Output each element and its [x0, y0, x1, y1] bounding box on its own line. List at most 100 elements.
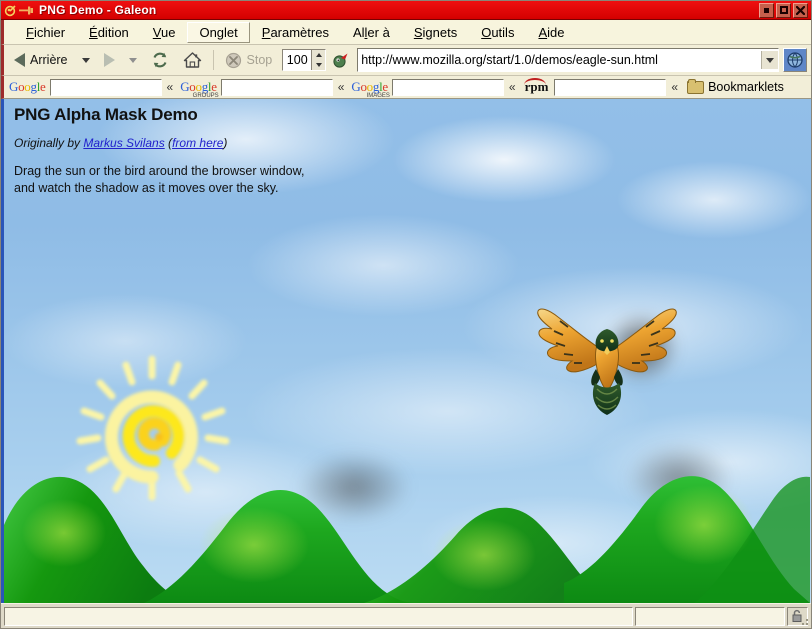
- google-groups-logo[interactable]: Google GROUPS: [178, 79, 219, 99]
- status-bar: [1, 603, 811, 628]
- chevron-down-icon: [81, 57, 90, 63]
- menu-aide-rest: ide: [547, 24, 565, 40]
- menu-edition-rest: dition: [97, 24, 129, 40]
- chevron-down-icon: [128, 57, 137, 63]
- window-controls: [759, 2, 810, 18]
- menu-outils[interactable]: Outils: [469, 22, 526, 43]
- menu-bar: Fichier Édition Vue Onglet Paramètres Al…: [1, 20, 811, 45]
- stop-button: Stop: [219, 48, 279, 73]
- google-images-chevron-icon[interactable]: «: [506, 80, 519, 94]
- bookmark-toolbar: Google « Google GROUPS « Google IMAGES « r…: [1, 76, 811, 99]
- menu-edition[interactable]: Édition: [77, 22, 141, 43]
- google-groups-chevron-icon[interactable]: «: [335, 80, 348, 94]
- go-globe-icon: [787, 52, 803, 68]
- rpm-arc-icon: [523, 78, 546, 87]
- page-header: PNG Alpha Mask Demo Originally by Markus…: [14, 105, 304, 197]
- author-link[interactable]: Markus Svilans: [83, 136, 164, 150]
- close-button[interactable]: [793, 2, 808, 18]
- menu-signets-rest: ignets: [422, 24, 458, 40]
- galeon-icon: [4, 3, 18, 17]
- forward-button: [98, 48, 121, 73]
- sun-image[interactable]: [64, 349, 244, 504]
- forward-arrow-icon: [103, 53, 115, 67]
- back-dropdown-button[interactable]: [76, 48, 96, 73]
- rpm-search-input[interactable]: [555, 82, 666, 97]
- toolbar-separator: [212, 50, 214, 70]
- desc-line-1: Drag the sun or the bird around the brow…: [14, 164, 305, 178]
- google-images-search-field[interactable]: [391, 78, 504, 97]
- google-search-field[interactable]: [49, 78, 162, 97]
- menu-aller-a[interactable]: Aller à: [341, 22, 402, 43]
- menu-parametres-rest: aramètres: [270, 24, 329, 40]
- menu-fichier-accel: F: [26, 24, 34, 40]
- forward-dropdown-button: [123, 48, 143, 73]
- zoom-value[interactable]: 100: [283, 50, 312, 70]
- folder-icon: [687, 78, 705, 94]
- credit-close-paren: ): [223, 136, 228, 150]
- google-images-search-input[interactable]: [392, 82, 503, 97]
- menu-fichier-rest: ichier: [33, 24, 66, 40]
- close-icon: [796, 5, 805, 15]
- url-bar[interactable]: [357, 48, 779, 72]
- menu-onglet-accel: g: [216, 24, 225, 40]
- title-bar: PNG Demo - Galeon: [1, 1, 811, 20]
- minimize-icon: [764, 7, 769, 13]
- menu-vue[interactable]: Vue: [141, 22, 188, 43]
- url-dropdown-button[interactable]: [761, 51, 778, 69]
- zoom-increase-button[interactable]: [312, 50, 325, 60]
- credit-prefix: Originally by: [14, 136, 84, 150]
- browser-window: PNG Demo - Galeon Fichier Édition Vue On…: [0, 0, 812, 629]
- eagle-image[interactable]: [532, 297, 682, 417]
- home-button[interactable]: [177, 48, 208, 73]
- spinner-up-icon: [315, 53, 322, 57]
- window-title: PNG Demo - Galeon: [39, 3, 157, 17]
- google-logo[interactable]: Google: [7, 79, 48, 95]
- menu-aide-accel: A: [538, 24, 548, 40]
- credit-open-paren: (: [164, 136, 173, 150]
- menu-signets-accel: S: [413, 24, 423, 40]
- google-groups-search-input[interactable]: [221, 82, 332, 97]
- menu-onglet-rest: let: [224, 24, 238, 40]
- url-input[interactable]: [358, 51, 761, 69]
- zoom-spinner-buttons: [311, 50, 326, 70]
- google-images-logo[interactable]: Google IMAGES: [349, 79, 390, 99]
- reload-icon: [153, 52, 166, 68]
- pin-icon[interactable]: [19, 4, 34, 17]
- google-chevron-icon[interactable]: «: [164, 80, 177, 94]
- rpm-search-field[interactable]: [554, 78, 667, 97]
- resize-grip-icon[interactable]: [796, 613, 810, 627]
- google-groups-search-field[interactable]: [220, 78, 333, 97]
- rpm-chevron-icon[interactable]: «: [668, 80, 681, 94]
- site-favicon-button[interactable]: [328, 48, 353, 73]
- zoom-stepper[interactable]: 100: [282, 49, 327, 71]
- chevron-down-icon: [766, 57, 774, 63]
- reload-button[interactable]: [145, 48, 175, 73]
- menu-onglet[interactable]: Onglet: [187, 21, 250, 43]
- source-link[interactable]: from here: [172, 136, 223, 150]
- page-content: PNG Alpha Mask Demo Originally by Markus…: [1, 99, 811, 603]
- mozilla-favicon: [333, 53, 348, 68]
- google-search-input[interactable]: [50, 82, 161, 97]
- status-progress: [635, 606, 785, 626]
- go-button[interactable]: [783, 48, 807, 72]
- menu-parametres[interactable]: Paramètres: [250, 22, 341, 43]
- spinner-down-icon: [315, 63, 322, 67]
- zoom-decrease-button[interactable]: [312, 60, 325, 70]
- menu-fichier[interactable]: Fichier: [14, 22, 77, 43]
- back-button-label: Arrière: [30, 53, 68, 67]
- minimize-button[interactable]: [759, 2, 774, 18]
- back-button[interactable]: Arrière: [8, 48, 74, 73]
- menu-vue-accel: V: [152, 24, 161, 40]
- stop-icon: [225, 52, 241, 68]
- rpm-logo[interactable]: rpm: [521, 78, 553, 95]
- bookmarklets-folder[interactable]: Bookmarklets: [683, 78, 788, 95]
- maximize-icon: [779, 6, 788, 14]
- status-message: [4, 606, 633, 626]
- maximize-button[interactable]: [776, 2, 791, 18]
- menu-signets[interactable]: Signets: [402, 22, 469, 43]
- menu-aide[interactable]: Aide: [526, 22, 576, 43]
- menu-outils-accel: O: [481, 24, 492, 40]
- navigation-toolbar: Arrière Stop 100 http://www.mozilla.org/…: [1, 45, 811, 76]
- menu-aller-pre: Al: [352, 24, 365, 40]
- menu-outils-rest: utils: [491, 24, 515, 40]
